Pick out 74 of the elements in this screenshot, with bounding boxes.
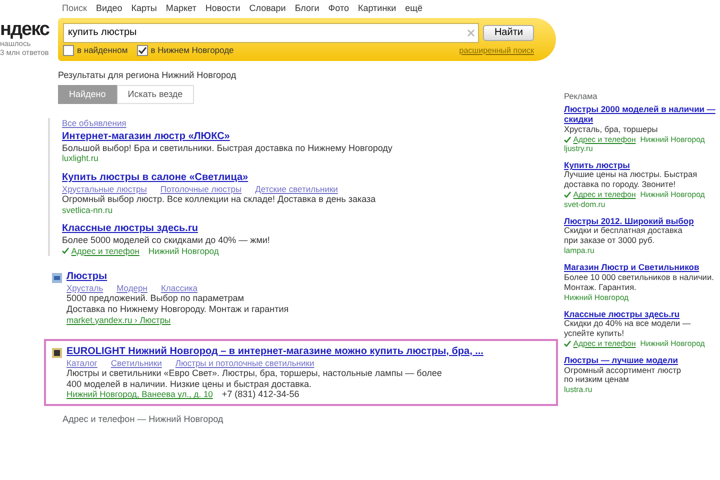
view-tab[interactable]: Искать везде — [116, 85, 194, 104]
nav-link[interactable]: Карты — [131, 3, 157, 14]
result-snippet: Люстры и светильники «Евро Свет». Люстры, бра, торшеры, настольные лампы — более — [66, 368, 443, 379]
ad-text: Более 5000 моделей со скидками до 40% — жми! — [62, 234, 271, 246]
ad-title-link[interactable]: Люстры 2012. Широкий выбор — [564, 216, 720, 226]
contact-link[interactable]: Адрес и телефон — [71, 246, 140, 256]
ad-text: Более 10 000 светильников в наличии. — [564, 272, 715, 283]
ad-title-link[interactable]: Купить люстры — [564, 160, 720, 170]
result-snippet: 5000 предложений. Выбор по параметрам — [66, 292, 245, 304]
check-icon — [564, 136, 571, 143]
check-icon — [62, 247, 69, 254]
ad-text: по низким ценам — [564, 375, 629, 386]
result-title-link[interactable]: Люстры — [66, 270, 108, 283]
ad-text: при заказе от 3000 руб. — [564, 236, 656, 246]
nav-link[interactable]: Картинки — [358, 3, 396, 14]
ad-url: luxlight.ru — [62, 153, 100, 164]
ad-title-link[interactable]: Люстры — лучшие модели — [564, 355, 720, 366]
search-button[interactable]: Найти — [483, 24, 534, 41]
search-field[interactable]: купить люстры — [63, 22, 479, 43]
ad-text: Скидки и бесплатная доставка — [564, 226, 682, 236]
logo[interactable]: ндекс — [0, 20, 58, 39]
phone-text: +7 (831) 412-34-56 — [222, 389, 300, 400]
ad-title-link[interactable]: Купить люстры в салоне «Светлица» — [62, 172, 248, 184]
nav-link[interactable]: Новости — [205, 3, 240, 14]
ad-text: Лучшие цены на люстры. Быстрая — [564, 170, 698, 180]
sitelink[interactable]: Каталог — [66, 358, 98, 368]
ad-url: svetlica-nn.ru — [62, 204, 114, 215]
all-ads-link[interactable]: Все объявления — [62, 118, 126, 128]
region-text: Нижний Новгород — [148, 246, 219, 256]
ad-title-link[interactable]: Люстры 2000 моделей в наличии — скидки — [564, 104, 720, 125]
checkbox[interactable] — [136, 45, 148, 56]
nav-link[interactable]: Блоги — [294, 3, 320, 14]
clear-icon[interactable] — [466, 28, 475, 37]
ad-title-link[interactable]: Магазин Люстр и Светильников — [564, 262, 720, 273]
ad-text: Огромный ассортимент люстр — [564, 366, 682, 376]
nav-link[interactable]: Маркет — [166, 3, 196, 14]
sitelink[interactable]: Классика — [160, 282, 198, 293]
ad-text: успейте купить! — [564, 329, 625, 339]
result-url[interactable]: market.yandex.ru › Люстры — [66, 314, 171, 325]
nav-link[interactable]: Видео — [96, 3, 122, 14]
region-note: Результаты для региона Нижний Новгород — [58, 70, 238, 81]
result-snippet: Доставка по Нижнему Новгороду. Монтаж и гарантия — [66, 304, 289, 314]
result-snippet: 400 моделей в наличии. Низкие цены и быстрая доставка. — [66, 378, 313, 390]
nav-link[interactable]: ещё — [405, 3, 423, 14]
sitelink[interactable]: Хрусталь — [66, 282, 104, 293]
ad-text: Хрусталь, бра, торшеры — [564, 124, 659, 135]
sitelink[interactable]: Модерн — [116, 282, 148, 293]
nav-link[interactable]: Словари — [249, 3, 286, 14]
ad-text: Большой выбор! Бра и светильники. Быстрая доставка по Нижнему Новгороду — [62, 142, 394, 154]
result-url[interactable]: Нижний Новгород, Ванеева ул., д. 10 — [66, 389, 213, 400]
ad-text: Огромный выбор люстр. Все коллекции на складе! Доставка в день заказа — [62, 194, 377, 205]
check-icon — [564, 340, 571, 348]
sitelink[interactable]: Детские светильники — [255, 184, 338, 194]
ad-title-link[interactable]: Классные люстры здесь.ru — [564, 308, 720, 320]
nav-link[interactable]: Поиск — [62, 3, 87, 14]
ad-text: доставка по городу. Звоните! — [564, 180, 677, 190]
sitelink[interactable]: Люстры и потолочные светильники — [175, 358, 314, 368]
checkbox[interactable] — [63, 45, 74, 56]
sitelink[interactable]: Хрустальные люстры — [62, 184, 147, 194]
ad-title-link[interactable]: Интернет-магазин люстр «ЛЮКС» — [62, 130, 230, 143]
sitelink[interactable]: Светильники — [110, 358, 162, 368]
site-icon — [52, 348, 62, 358]
check-icon — [564, 191, 571, 198]
sitelink[interactable]: Потолочные люстры — [160, 184, 242, 194]
nav-link[interactable]: Фото — [328, 3, 349, 14]
result-title-link[interactable]: EUROLIGHT Нижний Новгород – в интернет-магазине можно купить люстры, бра, ... — [66, 346, 484, 358]
ad-title-link[interactable]: Классные люстры здесь.ru — [62, 222, 198, 235]
document-icon — [52, 272, 62, 283]
result-footer: Адрес и телефон — Нижний Новгород — [62, 414, 558, 426]
checkbox-label: в найденном — [77, 45, 128, 56]
ad-text: Монтаж. Гарантия. — [564, 282, 638, 293]
checkbox-label: в Нижнем Новгороде — [150, 45, 234, 56]
ads-header: Реклама — [564, 92, 598, 102]
ad-text: Скидки до 40% на все модели — — [564, 319, 692, 330]
